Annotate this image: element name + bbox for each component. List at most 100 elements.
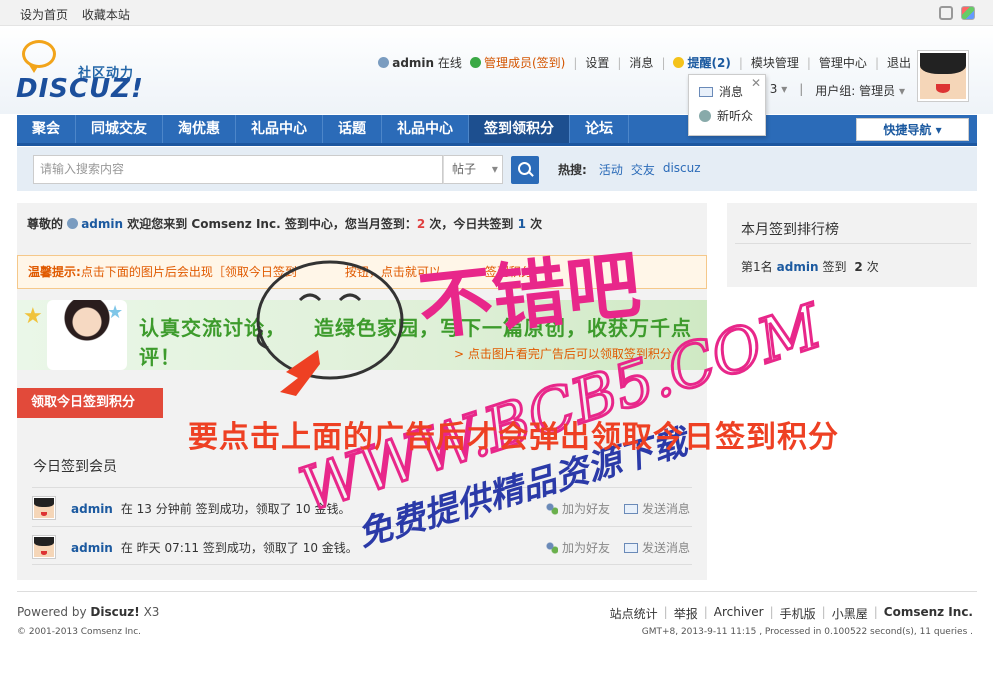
add-friend-link[interactable]: 加为好友	[545, 500, 610, 517]
user-group-text: 用户组: 管理员	[815, 84, 896, 98]
hot-link-discuz[interactable]: discuz	[663, 161, 701, 178]
messages-link[interactable]: 消息	[629, 54, 653, 71]
member-avatar[interactable]	[32, 496, 56, 520]
theme-palette-icon[interactable]	[961, 6, 975, 20]
credit-dropdown[interactable]: 3 ▾	[770, 82, 788, 99]
footer-link-mobile[interactable]: 手机版	[780, 605, 816, 622]
mail-icon	[699, 86, 713, 97]
bulb-icon	[673, 57, 685, 68]
check-icon	[469, 57, 481, 68]
manager-status: 管理成员(签到)	[469, 54, 565, 71]
add-friend-label: 加为好友	[562, 541, 611, 555]
search-bar: 请输入搜索内容 帖子 ▾ 热搜: 活动 交友 discuz	[17, 147, 977, 191]
quick-nav-button[interactable]: 快捷导航 ▾	[856, 118, 969, 141]
nav-item-local-dating[interactable]: 同城交友	[76, 115, 163, 143]
hot-link-dating[interactable]: 交友	[631, 161, 655, 178]
popup-item-messages[interactable]: 消息	[699, 83, 743, 100]
star-icon: ★	[107, 302, 124, 323]
user-bar-second: 3 ▾ | 用户组: 管理员 ▾	[770, 82, 905, 99]
divider: |	[573, 55, 578, 70]
nav-item-signin-points[interactable]: 签到领积分	[469, 115, 570, 143]
nav-item-topics[interactable]: 话题	[323, 115, 382, 143]
nav-item-party[interactable]: 聚会	[17, 115, 76, 143]
module-manage-link[interactable]: 模块管理	[751, 54, 799, 71]
popup-item-followers[interactable]: 新听众	[699, 107, 753, 124]
divider: |	[799, 82, 804, 96]
member-avatar[interactable]	[32, 535, 56, 559]
nav-item-gift-center[interactable]: 礼品中心	[236, 115, 323, 143]
logout-link[interactable]: 退出	[887, 54, 911, 71]
rank-count: 2	[854, 260, 863, 274]
search-button[interactable]	[511, 156, 539, 184]
admin-center-link[interactable]: 管理中心	[819, 54, 867, 71]
top-utility-bar: 设为首页 收藏本站	[0, 0, 993, 26]
member-name[interactable]: admin	[71, 502, 113, 516]
remind-link[interactable]: 提醒(2)	[687, 56, 730, 70]
discuz-logo[interactable]: 社区动力 DISCUZ!	[16, 40, 156, 104]
footer-link-report[interactable]: 举报	[674, 605, 698, 622]
chevron-down-icon: ▾	[781, 82, 788, 96]
send-message-link[interactable]: 发送消息	[624, 539, 690, 556]
nav-item-gift-center-2[interactable]: 礼品中心	[382, 115, 469, 143]
member-name[interactable]: admin	[71, 541, 113, 555]
tip-text: 签到积分!	[484, 265, 538, 279]
welcome-part: 欢迎您来到 Comsenz Inc. 签到中心，您当月签到：	[127, 217, 417, 231]
logo-bubble-icon	[22, 40, 56, 73]
footer-brand-link[interactable]: Comsenz Inc.	[884, 605, 973, 622]
claim-points-button[interactable]: 领取今日签到积分	[17, 388, 163, 418]
mail-icon	[624, 503, 638, 514]
processing-stats: GMT+8, 2013-9-11 11:15 , Processed in 0.…	[641, 627, 973, 637]
chevron-down-icon: ▾	[898, 84, 905, 98]
welcome-username[interactable]: admin	[81, 217, 123, 231]
chevron-down-icon: ▾	[491, 162, 498, 176]
today-count: 1	[517, 217, 526, 231]
add-friend-icon	[545, 502, 558, 515]
powered-by: Powered by Discuz! X3	[17, 605, 160, 619]
footer-links: 站点统计 | 举报 | Archiver | 手机版 | 小黑屋 | Comsenz In…	[609, 605, 973, 622]
search-input[interactable]: 请输入搜索内容	[33, 155, 443, 184]
remind-popup: ✕ 消息 新听众	[688, 74, 766, 136]
manager-status-link[interactable]: 管理成员(签到)	[484, 56, 565, 70]
divider: |	[661, 55, 666, 70]
footer-link-stats[interactable]: 站点统计	[610, 605, 658, 622]
footer-link-blacklist[interactable]: 小黑屋	[832, 605, 868, 622]
nav-item-deals[interactable]: 淘优惠	[163, 115, 236, 143]
member-detail: 在 昨天 07:11 签到成功，领取了 10 金钱。	[120, 541, 358, 555]
search-type-select[interactable]: 帖子 ▾	[443, 155, 503, 184]
user-group-dropdown[interactable]: 用户组: 管理员 ▾	[815, 82, 905, 99]
nav-item-forum[interactable]: 论坛	[570, 115, 629, 143]
rank-user[interactable]: admin	[777, 260, 819, 274]
ad-banner[interactable]: ★ ★ 认真交流讨论， 造绿色家园，写下一篇原创，收获万千点评！ > 点击图片看完…	[17, 300, 707, 370]
send-message-label: 发送消息	[642, 541, 691, 555]
bookmark-link[interactable]: 收藏本站	[82, 8, 130, 22]
person-icon	[699, 109, 711, 122]
members-title: 今日签到会员	[33, 459, 117, 475]
send-message-link[interactable]: 发送消息	[624, 500, 690, 517]
divider	[735, 243, 971, 244]
popup-item-label: 消息	[719, 85, 744, 99]
welcome-part: 次	[530, 217, 543, 231]
credit-count: 3	[769, 82, 778, 96]
close-icon[interactable]: ✕	[751, 76, 761, 90]
hot-link-activity[interactable]: 活动	[599, 161, 623, 178]
user-icon	[378, 57, 390, 68]
top-icons	[939, 6, 975, 20]
add-friend-link[interactable]: 加为好友	[545, 539, 610, 556]
member-text: admin 在 13 分钟前 签到成功，领取了 10 金钱。	[71, 500, 350, 517]
user-avatar[interactable]	[917, 50, 969, 102]
settings-link[interactable]: 设置	[585, 54, 609, 71]
username-link[interactable]: admin	[392, 56, 434, 70]
footer-link-archiver[interactable]: Archiver	[714, 605, 764, 622]
tip-text: 按钮，点击就可以	[344, 265, 441, 279]
member-row: admin 在 13 分钟前 签到成功，领取了 10 金钱。 加为好友 发送消息	[32, 487, 692, 526]
powered-brand-link[interactable]: Discuz!	[90, 605, 139, 619]
divider: |	[738, 55, 743, 70]
star-icon: ★	[23, 304, 43, 329]
remind-group: 提醒(2)	[673, 54, 731, 71]
welcome-text: 尊敬的 admin 欢迎您来到 Comsenz Inc. 签到中心，您当月签到：…	[27, 215, 542, 232]
rank-row: 第1名 admin 签到 2次	[741, 258, 879, 275]
set-home-link[interactable]: 设为首页	[20, 8, 68, 22]
main-nav: 聚会 同城交友 淘优惠 礼品中心 话题 礼品中心 签到领积分 论坛 快捷导航 ▾	[17, 115, 977, 146]
widescreen-icon[interactable]	[939, 6, 953, 20]
divider: |	[806, 55, 811, 70]
